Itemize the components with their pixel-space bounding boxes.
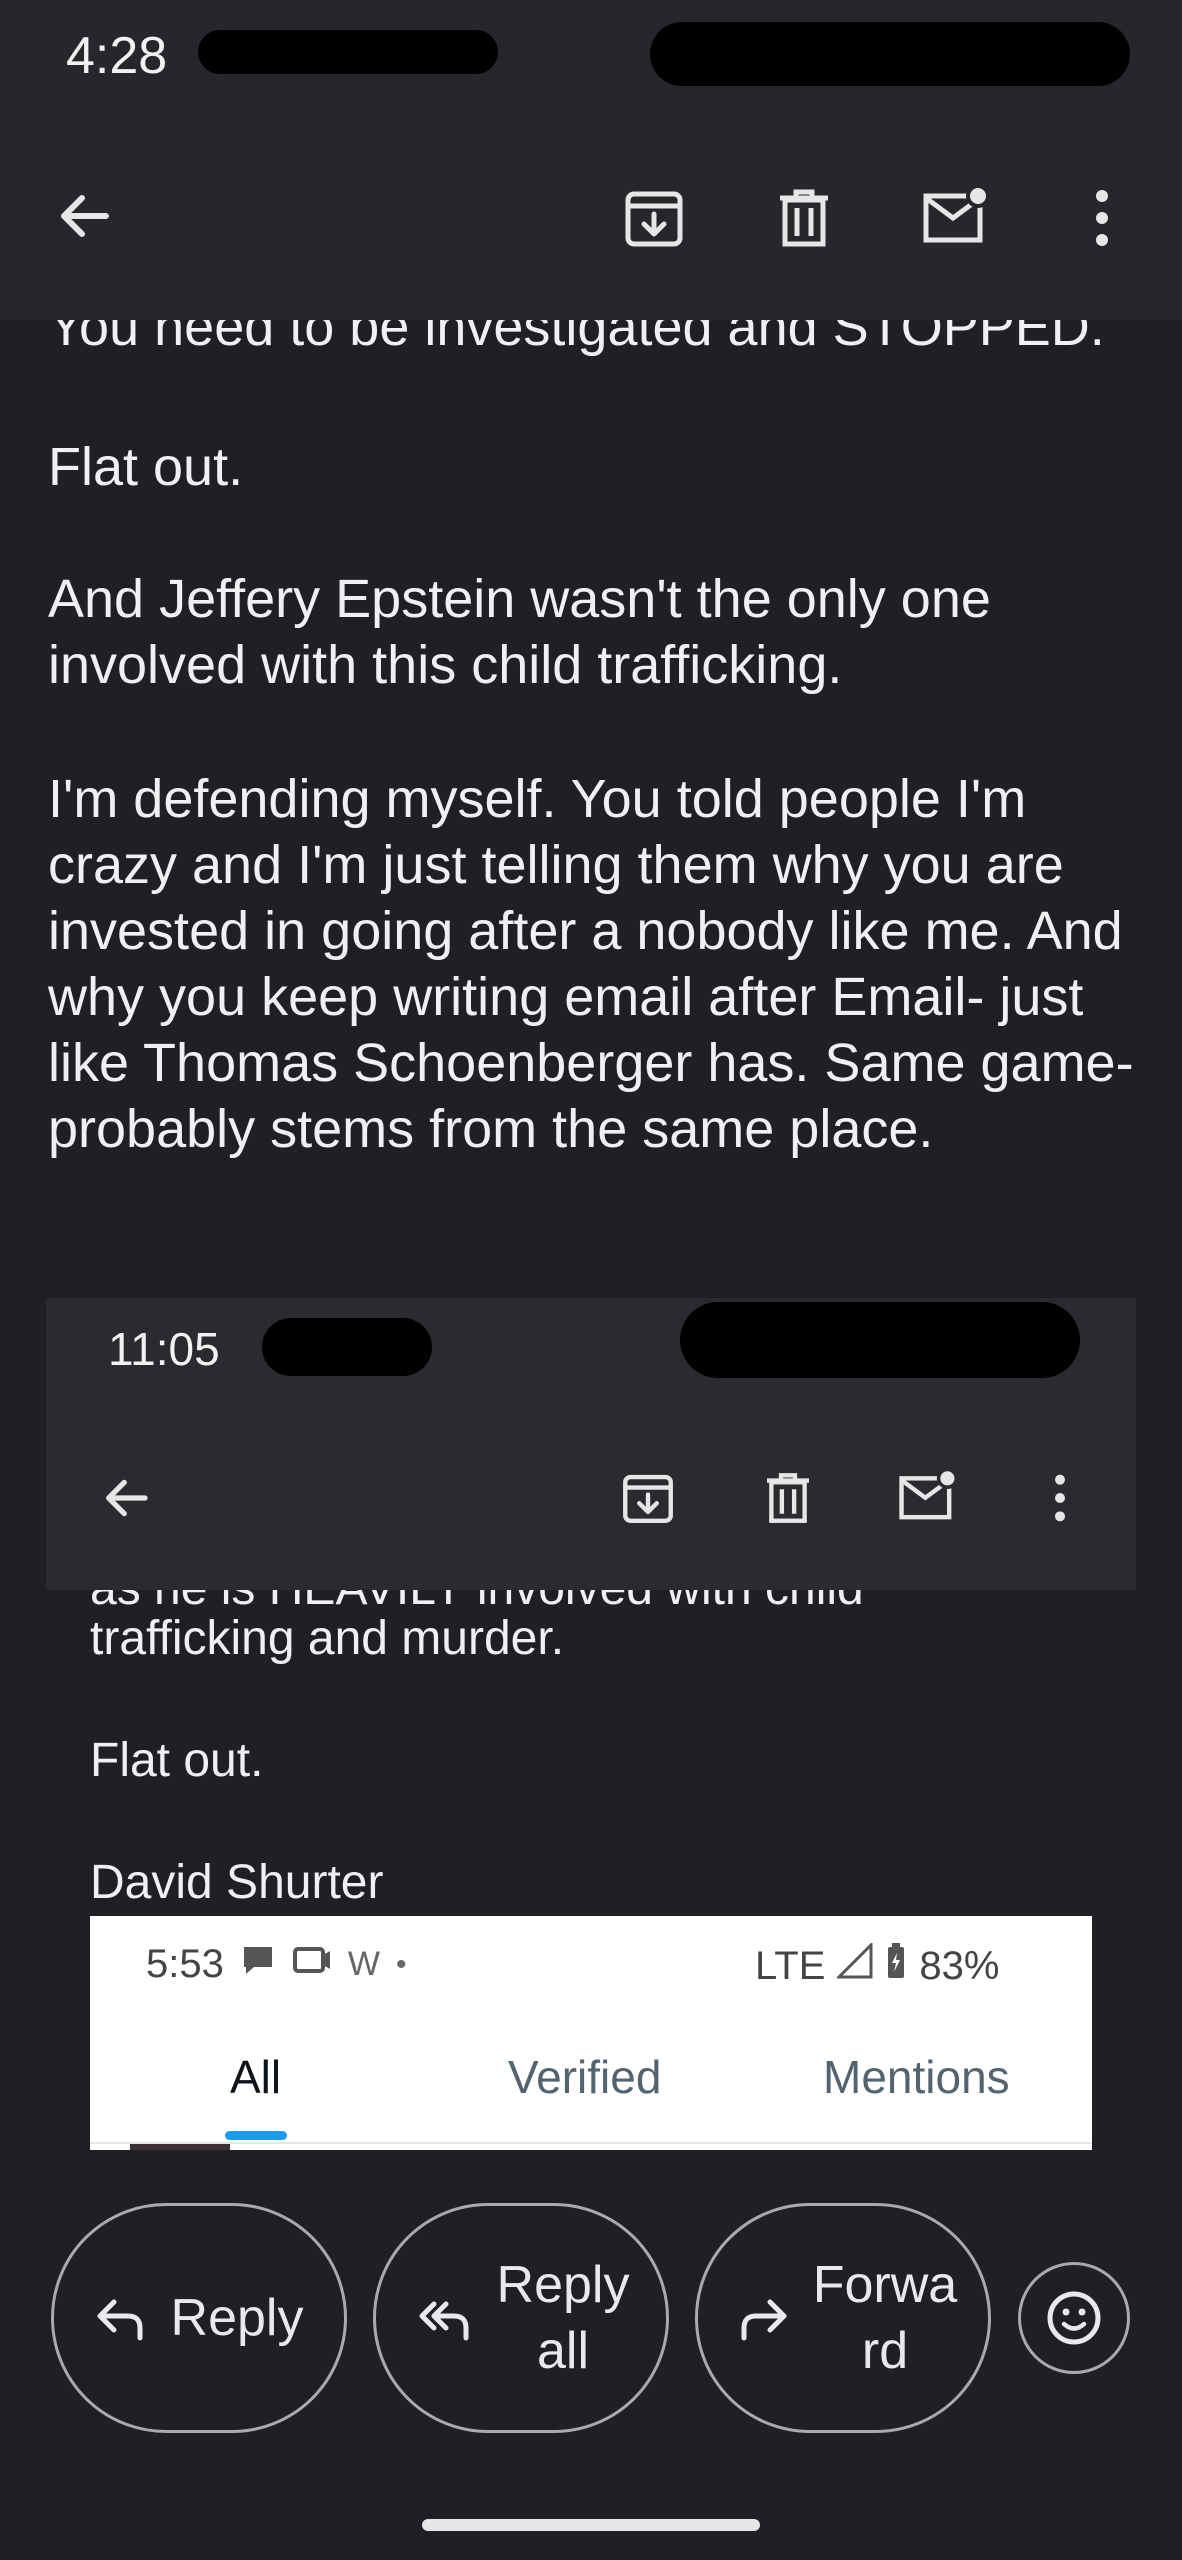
trash-icon [760, 1470, 816, 1526]
signal-icon [835, 1941, 873, 1989]
emoji-reaction-button[interactable] [1018, 2262, 1130, 2374]
status-time: 4:28 [66, 27, 168, 85]
back-arrow-icon [100, 1472, 152, 1524]
more-vert-icon[interactable] [1090, 186, 1114, 250]
partial-avatar [130, 2144, 230, 2150]
embedded-screenshot-twitter: 5:53 W • LTE 83% All Verified Mentions [90, 1916, 1092, 2150]
message-body: You need to be investigated and STOPPED.… [0, 320, 1182, 1280]
embedded-message-line: trafficking and murder. [90, 1612, 565, 1665]
voicemail-icon [292, 1942, 332, 1987]
trash-icon[interactable] [772, 186, 836, 250]
more-vert-icon [1050, 1470, 1070, 1526]
message-paragraph: Flat out. [48, 437, 244, 497]
message-paragraph: And Jeffery Epstein wasn't the only one … [48, 569, 991, 695]
home-gesture-bar[interactable] [422, 2519, 760, 2531]
mark-unread-icon[interactable] [920, 182, 992, 250]
embedded-status-time: 5:53 [146, 1942, 224, 1986]
redaction [650, 22, 1130, 86]
battery-percent: 83% [919, 1943, 1000, 1988]
back-arrow-icon[interactable] [54, 186, 114, 246]
redaction [198, 30, 498, 74]
mark-unread-icon [896, 1466, 960, 1526]
message-paragraph: I'm defending myself. You told people I'… [48, 769, 1134, 1159]
reply-all-icon [416, 2294, 472, 2362]
embedded-message-body: as he is HEAVILY involved with child tra… [46, 1590, 1136, 1920]
tab-verified: Verified [508, 2051, 662, 2103]
embedded-status-time: 11:05 [108, 1323, 220, 1375]
notification-dot-icon: • [395, 1947, 407, 1981]
embedded-status-left: 5:53 W • [146, 1942, 406, 1987]
redaction [262, 1318, 432, 1376]
message-partial-line: You need to be investigated and STOPPED. [48, 320, 1105, 357]
archive-icon[interactable] [622, 186, 686, 250]
top-toolbar [0, 120, 1182, 320]
tab-all: All [230, 2051, 282, 2103]
divider [90, 2142, 1092, 2144]
status-app-icon: W [347, 1945, 380, 1983]
reply-all-label: Reply all [496, 2256, 630, 2380]
embedded-message-line: Flat out. [90, 1734, 264, 1787]
redaction [680, 1302, 1080, 1378]
forward-label: Forward [812, 2256, 958, 2380]
forward-button[interactable]: Forward [695, 2203, 991, 2433]
network-type: LTE [755, 1943, 826, 1988]
smiley-icon [1047, 2291, 1101, 2345]
tab-mentions: Mentions [823, 2051, 1010, 2103]
reply-button[interactable]: Reply [51, 2203, 347, 2433]
chat-bubble-icon [240, 1942, 276, 1987]
archive-icon [620, 1470, 676, 1526]
battery-icon [885, 1942, 907, 1990]
embedded-status-right: LTE 83% [755, 1941, 1000, 1990]
reply-icon [94, 2294, 146, 2362]
forward-icon [738, 2294, 790, 2362]
reply-all-button[interactable]: Reply all [373, 2203, 669, 2433]
reply-label: Reply [170, 2289, 304, 2347]
embedded-signature: David Shurter [90, 1856, 384, 1909]
active-tab-indicator [225, 2131, 287, 2140]
